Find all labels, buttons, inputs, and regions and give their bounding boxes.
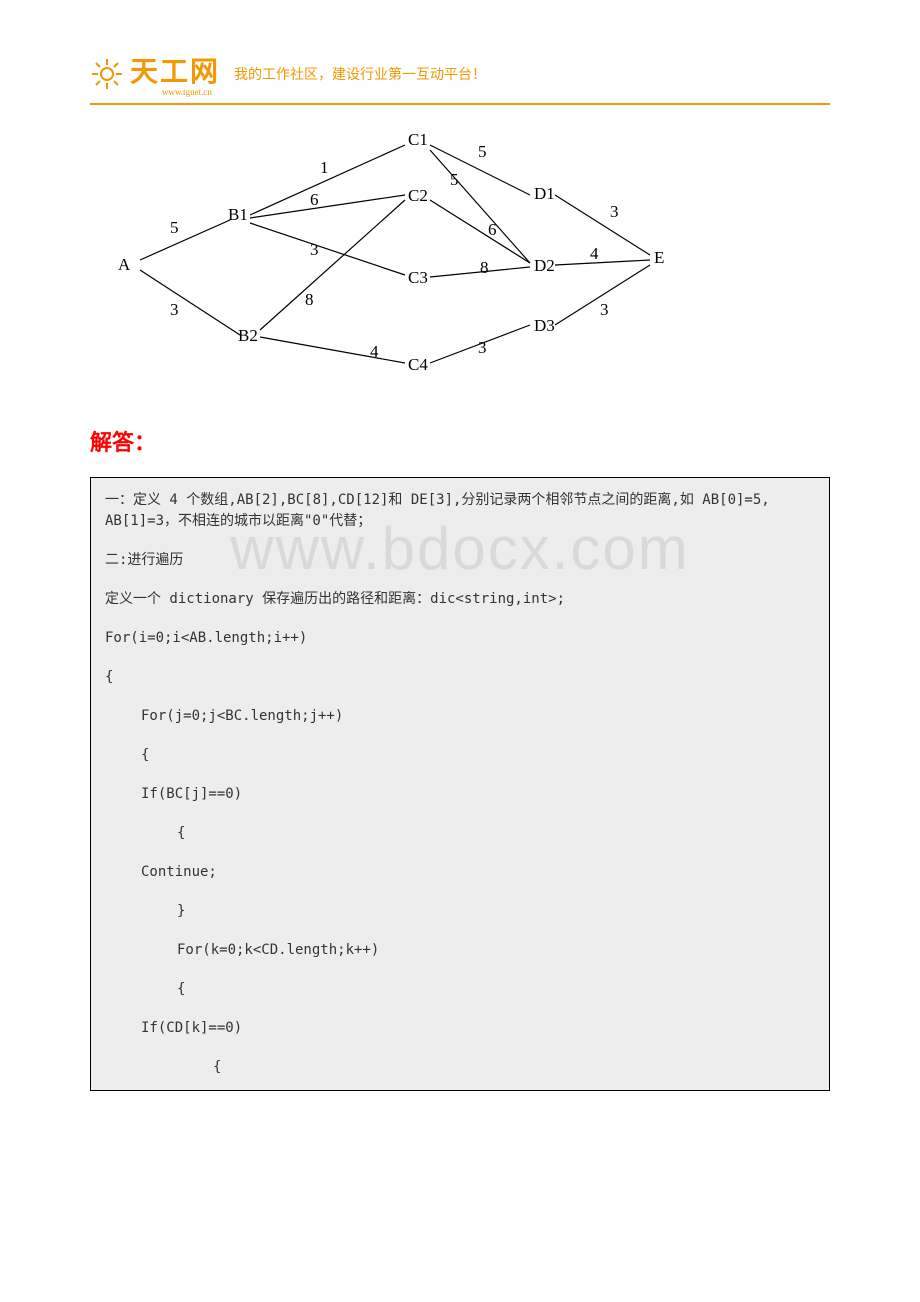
- edge-b1-c3: 3: [310, 240, 319, 259]
- code-line: {: [105, 823, 815, 844]
- code-line: For(j=0;j<BC.length;j++): [105, 706, 815, 727]
- edge-d1-e: 3: [610, 202, 619, 221]
- edge-d2-e: 4: [590, 244, 599, 263]
- code-line: {: [105, 745, 815, 766]
- edge-d3-e: 3: [600, 300, 609, 319]
- answer-heading: 解答：: [90, 425, 830, 457]
- code-line: Continue;: [105, 862, 815, 883]
- logo-text: 天工网: [130, 57, 220, 88]
- node-c3: C3: [408, 268, 428, 287]
- edge-b2-c2: 8: [305, 290, 314, 309]
- logo-url: www.tgnet.cn: [162, 87, 220, 97]
- graph-diagram: A B1 B2 C1 C2 C3 C4 D1 D2 D3 E 5 3 1 6 3…: [110, 125, 670, 385]
- node-d1: D1: [534, 184, 555, 203]
- code-line: }: [105, 901, 815, 922]
- code-line: 二:进行遍历: [105, 550, 815, 571]
- node-b2: B2: [238, 326, 258, 345]
- code-line: For(k=0;k<CD.length;k++): [105, 940, 815, 961]
- code-line: 一：定义 4 个数组,AB[2],BC[8],CD[12]和 DE[3],分别记…: [105, 490, 815, 532]
- edge-c3-d2: 8: [480, 258, 489, 277]
- node-b1: B1: [228, 205, 248, 224]
- code-block: www.bdocx.com 一：定义 4 个数组,AB[2],BC[8],CD[…: [90, 477, 830, 1091]
- code-line: {: [105, 1057, 815, 1078]
- sun-icon: [90, 57, 124, 91]
- node-e: E: [654, 248, 664, 267]
- code-line: {: [105, 979, 815, 1000]
- edge-a-b2: 3: [170, 300, 179, 319]
- edge-b1-c2: 6: [310, 190, 319, 209]
- node-d3: D3: [534, 316, 555, 335]
- code-line: For(i=0;i<AB.length;i++): [105, 628, 815, 649]
- node-c4: C4: [408, 355, 428, 374]
- code-line: 定义一个 dictionary 保存遍历出的路径和距离：dic<string,i…: [105, 589, 815, 610]
- edge-a-b1: 5: [170, 218, 179, 237]
- edge-c4-d3: 3: [478, 338, 487, 357]
- logo: 天工网 www.tgnet.cn: [90, 50, 220, 97]
- code-line: {: [105, 667, 815, 688]
- page-header: 天工网 www.tgnet.cn 我的工作社区，建设行业第一互动平台！: [90, 50, 830, 105]
- code-line: If(BC[j]==0): [105, 784, 815, 805]
- edge-c2-d2: 6: [488, 220, 497, 239]
- node-c2: C2: [408, 186, 428, 205]
- edge-b1-c1: 1: [320, 158, 329, 177]
- edge-b2-c4: 4: [370, 342, 379, 361]
- node-c1: C1: [408, 130, 428, 149]
- edge-c1-d1: 5: [478, 142, 487, 161]
- node-a: A: [118, 255, 131, 274]
- edge-c1-d2: 5: [450, 170, 459, 189]
- node-d2: D2: [534, 256, 555, 275]
- tagline: 我的工作社区，建设行业第一互动平台！: [234, 64, 486, 84]
- code-line: If(CD[k]==0): [105, 1018, 815, 1039]
